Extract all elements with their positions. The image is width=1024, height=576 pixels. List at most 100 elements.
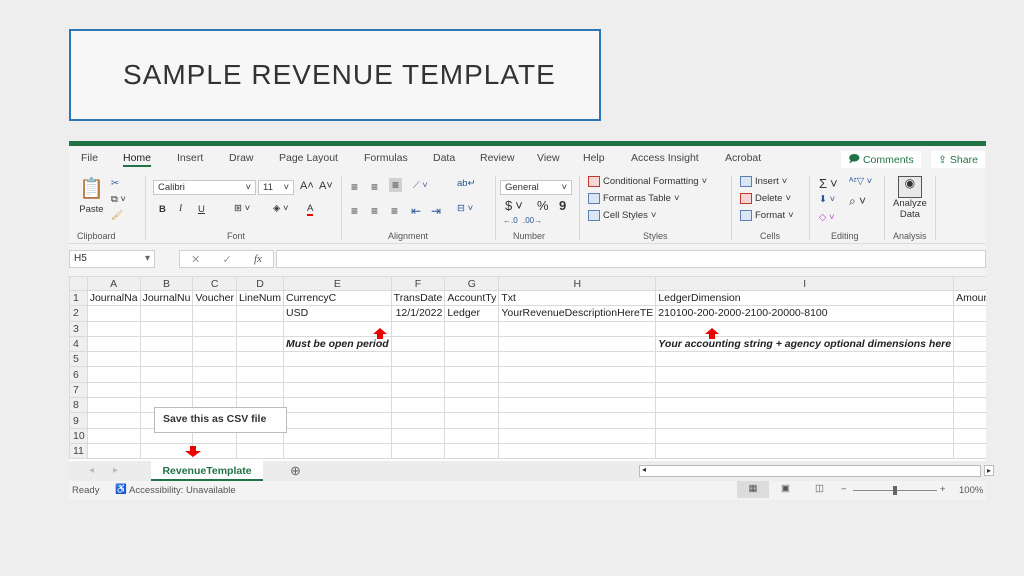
cell-i7[interactable]	[655, 381, 955, 399]
cell-j8[interactable]	[953, 397, 986, 414]
column-header-g[interactable]: G	[444, 276, 500, 291]
enter-icon[interactable]: ✓	[223, 253, 232, 266]
column-header-e[interactable]: E	[283, 276, 392, 291]
row-header[interactable]: 7	[69, 381, 88, 399]
cell-i6[interactable]	[655, 366, 955, 383]
paste-button[interactable]: 📋 Paste	[79, 176, 104, 215]
find-select-icon[interactable]: ⌕ ˅	[849, 194, 866, 209]
row-header[interactable]: 8	[69, 397, 88, 414]
formula-input[interactable]	[276, 250, 986, 268]
sheet-tab-revenuetemplate[interactable]: RevenueTemplate	[151, 461, 263, 481]
decrease-indent-icon[interactable]: ⇤	[411, 204, 421, 218]
page-break-view-icon[interactable]: ◫	[815, 483, 824, 494]
cell-j4[interactable]	[953, 335, 986, 353]
cell-f11[interactable]	[390, 442, 446, 460]
orientation-icon[interactable]: ⟋ ˅	[413, 180, 428, 191]
font-size-dropdown[interactable]: 11 ˅	[258, 180, 294, 195]
row-header[interactable]: 11	[69, 442, 88, 460]
number-format-dropdown[interactable]: General ˅	[500, 180, 572, 195]
align-right-icon[interactable]: ≡	[391, 204, 398, 218]
row-header[interactable]: 3	[69, 320, 88, 337]
align-middle-icon[interactable]: ≡	[371, 180, 378, 194]
cell-g6[interactable]	[444, 366, 500, 383]
column-header-f[interactable]: F	[390, 276, 446, 291]
tab-access-insight[interactable]: Access Insight	[631, 152, 699, 164]
cell-c2[interactable]	[192, 305, 237, 322]
cell-i11[interactable]	[655, 442, 955, 460]
zoom-slider-thumb[interactable]	[893, 486, 897, 495]
tab-help[interactable]: Help	[583, 152, 605, 164]
cell-d2[interactable]	[235, 305, 285, 322]
cell-a4[interactable]	[86, 335, 141, 353]
cell-i4[interactable]: Your accounting string + agency optional…	[655, 335, 955, 353]
cell-g5[interactable]	[444, 351, 500, 368]
fill-icon[interactable]: ⬇ ˅	[819, 194, 835, 205]
cell-j5[interactable]	[953, 351, 986, 368]
cell-c5[interactable]	[192, 351, 237, 368]
cell-g7[interactable]	[444, 381, 500, 399]
cell-h3[interactable]	[498, 320, 657, 337]
wrap-text-icon[interactable]: ab↵	[457, 178, 476, 189]
cell-a8[interactable]	[86, 397, 141, 414]
cell-j9[interactable]	[953, 412, 986, 429]
increase-indent-icon[interactable]: ⇥	[431, 204, 441, 218]
zoom-slider[interactable]	[853, 486, 937, 495]
cell-c6[interactable]	[192, 366, 237, 383]
cell-i5[interactable]	[655, 351, 955, 368]
tab-formulas[interactable]: Formulas	[364, 152, 408, 164]
cell-g11[interactable]	[444, 442, 500, 460]
cell-b2[interactable]	[139, 305, 194, 322]
cell-f9[interactable]	[390, 412, 446, 429]
column-header-b[interactable]: B	[139, 276, 194, 291]
cell-b3[interactable]	[139, 320, 194, 337]
comments-button[interactable]: 🗩 Comments	[841, 151, 921, 168]
cell-b5[interactable]	[139, 351, 194, 368]
cell-j7[interactable]	[953, 381, 986, 399]
cell-a6[interactable]	[86, 366, 141, 383]
cell-h11[interactable]	[498, 442, 657, 460]
cell-e4[interactable]: Must be open period	[283, 335, 392, 353]
sort-filter-icon[interactable]: ᴬᶻ▽ ˅	[849, 176, 872, 187]
cell-g8[interactable]	[444, 397, 500, 414]
cell-e1[interactable]: CurrencyC	[283, 289, 392, 307]
cell-e6[interactable]	[283, 366, 392, 383]
column-header-i[interactable]: I	[655, 276, 955, 291]
row-header[interactable]: 6	[69, 366, 88, 383]
cell-f8[interactable]	[390, 397, 446, 414]
currency-button[interactable]: $ ˅	[505, 198, 523, 213]
cell-a2[interactable]	[86, 305, 141, 322]
cell-i3[interactable]	[655, 320, 955, 337]
cell-i1[interactable]: LedgerDimension	[655, 289, 955, 307]
zoom-level[interactable]: 100%	[959, 485, 983, 496]
merge-center-icon[interactable]: ⊟ ˅	[457, 203, 473, 214]
copy-icon[interactable]: ⧉ ˅	[111, 194, 126, 205]
cell-f2[interactable]: 12/1/2022	[390, 305, 446, 322]
horizontal-scrollbar[interactable]: ◂ ▸	[639, 465, 994, 477]
cell-g1[interactable]: AccountTy	[444, 289, 500, 307]
tab-insert[interactable]: Insert	[177, 152, 203, 164]
zoom-out-icon[interactable]: −	[841, 484, 847, 495]
cell-b6[interactable]	[139, 366, 194, 383]
format-painter-icon[interactable]: 🖌	[111, 210, 123, 221]
column-header-d[interactable]: D	[235, 276, 285, 291]
cell-i2[interactable]: 210100-200-2000-2100-20000-8100	[655, 305, 955, 322]
share-button[interactable]: ⇪ Share	[931, 151, 985, 168]
percent-button[interactable]: %	[537, 198, 549, 213]
cell-c7[interactable]	[192, 381, 237, 399]
accessibility-status[interactable]: Accessibility: Unavailable	[129, 485, 236, 496]
tab-home[interactable]: Home	[123, 152, 152, 167]
cell-f5[interactable]	[390, 351, 446, 368]
insert-cells-button[interactable]: Insert ˅	[740, 176, 787, 187]
cell-g9[interactable]	[444, 412, 500, 429]
cell-h5[interactable]	[498, 351, 657, 368]
row-header[interactable]: 5	[69, 351, 88, 368]
cell-g4[interactable]	[444, 335, 500, 353]
zoom-in-icon[interactable]: +	[940, 484, 946, 495]
cell-e9[interactable]	[283, 412, 392, 429]
align-top-icon[interactable]: ≡	[351, 180, 358, 194]
cell-b4[interactable]	[139, 335, 194, 353]
cell-f7[interactable]	[390, 381, 446, 399]
cell-h4[interactable]	[498, 335, 657, 353]
cell-h7[interactable]	[498, 381, 657, 399]
cell-f1[interactable]: TransDate	[390, 289, 446, 307]
